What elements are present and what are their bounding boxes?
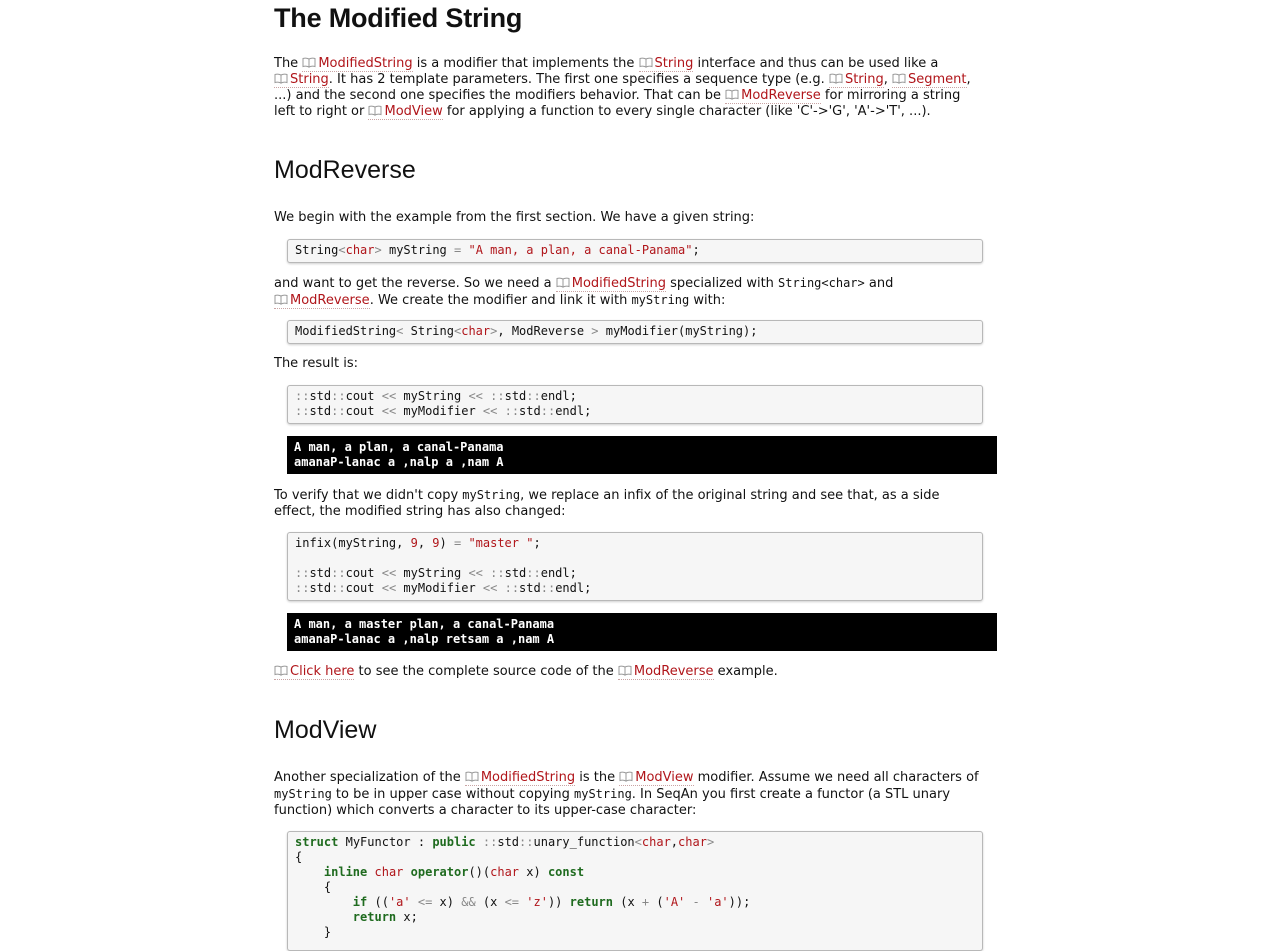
code-block: infix(myString, 9, 9) = "master "; ::std… [287,532,983,601]
output-block: A man, a plan, a canal-Panama amanaP-lan… [287,436,997,474]
code-block: struct MyFunctor : public ::std::unary_f… [287,831,983,951]
paragraph: We begin with the example from the first… [274,210,755,225]
book-icon [829,73,843,84]
string-link[interactable]: String [638,56,694,72]
paragraph: To verify that we didn't copy myString, … [274,488,940,519]
book-icon [274,73,288,84]
book-icon [725,89,739,100]
paragraph: Another specialization of the ModifiedSt… [274,770,979,818]
paragraph: The result is: [274,356,358,371]
paragraph: Click here to see the complete source co… [274,664,1014,680]
string-link[interactable]: String [828,72,884,88]
book-icon [368,105,382,116]
code-block: ModifiedString< String<char>, ModReverse… [287,320,983,344]
section-heading-modreverse: ModReverse [274,156,416,184]
code-block: String<char> myString = "A man, a plan, … [287,239,983,263]
output-block: A man, a master plan, a canal-Panama ama… [287,613,997,651]
modifiedstring-link[interactable]: ModifiedString [555,276,667,292]
click-here-link[interactable]: Click here [274,664,355,680]
book-icon [556,277,570,288]
book-icon [892,73,906,84]
modifiedstring-link[interactable]: ModifiedString [464,770,576,786]
book-icon [619,771,633,782]
section-heading-modview: ModView [274,716,377,744]
paragraph: and want to get the reverse. So we need … [274,276,894,309]
modreverse-link[interactable]: ModReverse [725,88,821,104]
modreverse-link[interactable]: ModReverse [617,664,714,680]
modview-link[interactable]: ModView [619,770,694,786]
book-icon [302,57,316,68]
book-icon [618,665,632,676]
page-title: The Modified String [274,3,523,33]
code-block: ::std::cout << myString << ::std::endl; … [287,385,983,424]
book-icon [639,57,653,68]
book-icon [274,294,288,305]
modview-link[interactable]: ModView [368,104,443,120]
book-icon [465,771,479,782]
modreverse-link[interactable]: ModReverse [274,293,370,309]
string-link[interactable]: String [274,72,329,88]
intro-paragraph: The ModifiedString is a modifier that im… [274,56,971,120]
book-icon [274,665,288,676]
modifiedstring-link[interactable]: ModifiedString [302,56,413,72]
segment-link[interactable]: Segment [892,72,967,88]
